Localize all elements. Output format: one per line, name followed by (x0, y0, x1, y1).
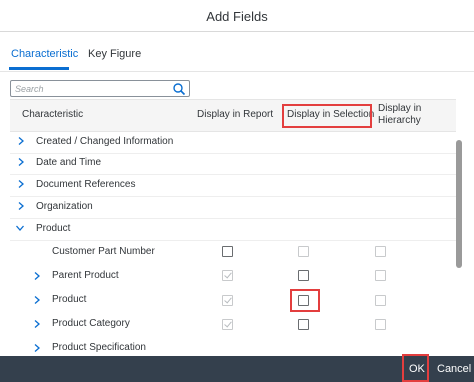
hierarchy-checkbox (375, 319, 386, 330)
group-row-organization[interactable]: Organization (10, 196, 456, 219)
column-display-in-hierarchy-line1: Display in (378, 103, 422, 114)
vertical-scrollbar[interactable] (456, 140, 462, 268)
chevron-right-icon[interactable] (16, 136, 26, 146)
chevron-down-icon[interactable] (15, 223, 25, 233)
column-display-in-report: Display in Report (197, 109, 274, 120)
item-row-parent-product: Parent Product (10, 264, 456, 288)
hierarchy-checkbox (375, 270, 386, 281)
item-row-product: Product (10, 289, 456, 313)
highlight-ok-button (402, 354, 429, 382)
chevron-right-icon[interactable] (16, 179, 26, 189)
report-checkbox (222, 295, 233, 306)
report-checkbox (222, 270, 233, 281)
group-label: Product (36, 223, 71, 234)
item-row-product-category: Product Category (10, 313, 456, 337)
item-label: Customer Part Number (52, 246, 155, 257)
chevron-right-icon[interactable] (16, 157, 26, 167)
highlight-product-selection-checkbox (290, 289, 320, 312)
search-icon[interactable] (172, 82, 186, 96)
table-header: Characteristic Display in Report Display… (10, 99, 456, 132)
chevron-right-icon[interactable] (32, 319, 42, 329)
item-row-customer-part-number: Customer Part Number (10, 240, 456, 264)
item-label: Product (52, 294, 87, 305)
tab-bar: Characteristic Key Figure (0, 31, 474, 72)
item-label: Product Specification (52, 342, 146, 353)
dialog-title: Add Fields (206, 9, 268, 24)
selection-checkbox[interactable] (298, 319, 309, 330)
chevron-right-icon[interactable] (32, 295, 42, 305)
group-row-created-changed[interactable]: Created / Changed Information (10, 131, 456, 154)
highlight-display-in-selection (282, 104, 372, 128)
cancel-button[interactable]: Cancel (437, 363, 471, 375)
search-input[interactable] (15, 82, 165, 95)
group-label: Document References (36, 179, 136, 190)
selection-checkbox[interactable] (298, 270, 309, 281)
group-row-document-references[interactable]: Document References (10, 174, 456, 197)
chevron-right-icon[interactable] (32, 271, 42, 281)
group-label: Organization (36, 201, 93, 212)
search-field[interactable] (10, 80, 190, 97)
group-row-product[interactable]: Product (10, 218, 456, 241)
chevron-right-icon[interactable] (16, 201, 26, 211)
group-row-date-time[interactable]: Date and Time (10, 152, 456, 175)
chevron-right-icon[interactable] (32, 343, 42, 353)
column-display-in-hierarchy-line2: Hierarchy (378, 115, 421, 126)
report-checkbox[interactable] (222, 246, 233, 257)
hierarchy-checkbox (375, 246, 386, 257)
column-characteristic: Characteristic (22, 109, 84, 120)
active-tab-indicator (9, 67, 69, 70)
item-label: Parent Product (52, 270, 119, 281)
hierarchy-checkbox (375, 295, 386, 306)
group-label: Date and Time (36, 157, 102, 168)
tab-key-figure[interactable]: Key Figure (88, 48, 141, 60)
item-label: Product Category (52, 318, 130, 329)
selection-checkbox (298, 246, 309, 257)
report-checkbox (222, 319, 233, 330)
group-label: Created / Changed Information (36, 136, 174, 147)
tab-characteristic[interactable]: Characteristic (11, 48, 78, 60)
dialog-header: Add Fields (0, 0, 474, 32)
